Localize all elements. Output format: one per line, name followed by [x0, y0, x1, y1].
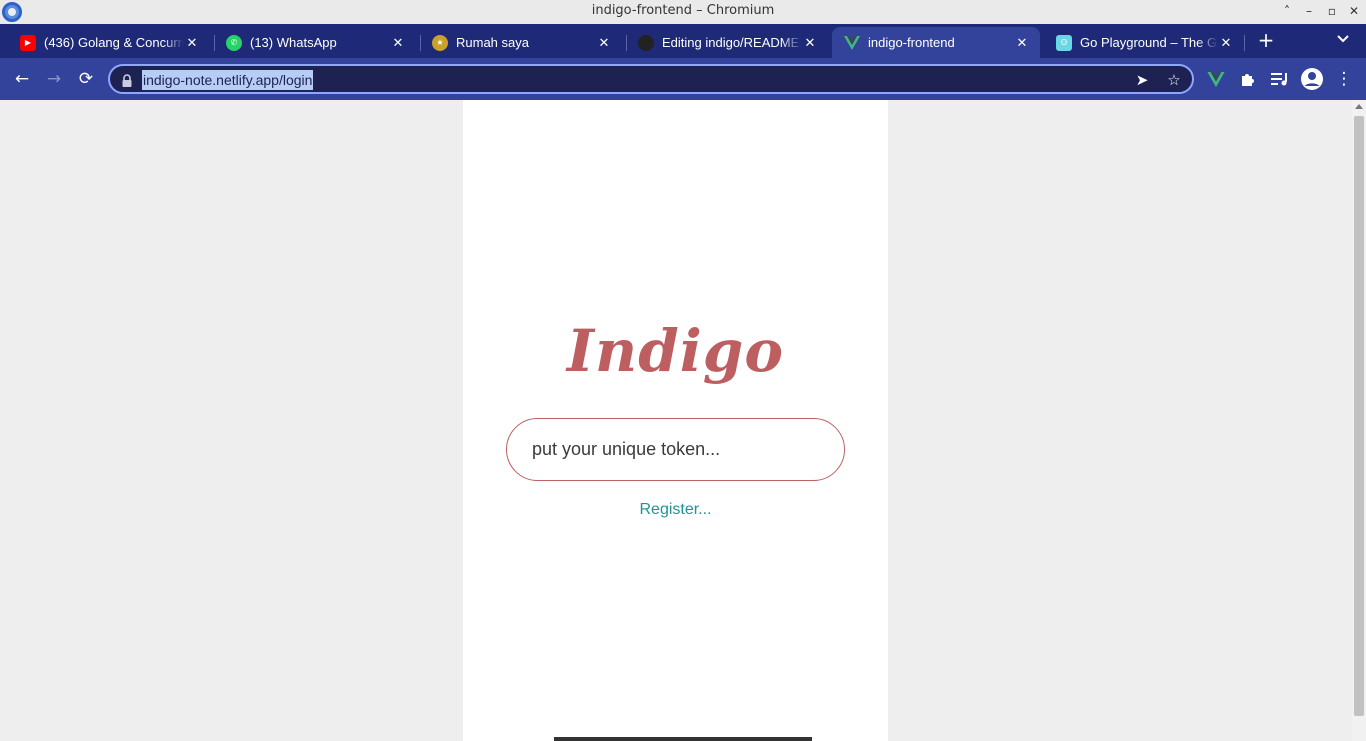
whatsapp-icon: ✆ — [226, 34, 242, 51]
register-link[interactable]: Register... — [463, 501, 888, 519]
page-viewport: Indigo Register... — [0, 100, 1352, 741]
tab-close-button[interactable]: ✕ — [802, 35, 818, 51]
profile-avatar-icon[interactable] — [1301, 68, 1323, 90]
chevron-down-icon[interactable] — [1334, 32, 1352, 50]
tab-label: Go Playground – The Go — [1080, 35, 1218, 50]
reload-button[interactable]: ⟳ — [75, 68, 97, 90]
vue-icon — [844, 35, 860, 51]
address-bar[interactable]: indigo-note.netlify.app/login ➤ ☆ — [108, 64, 1194, 94]
tab-rumah-saya[interactable]: ★ Rumah saya ✕ — [414, 27, 622, 58]
tab-go-playground[interactable]: ʘ Go Playground – The Go ✕ — [1038, 27, 1244, 58]
tab-strip: ▶ (436) Golang & Concurrency ✕ ✆ (13) Wh… — [0, 24, 1366, 58]
youtube-icon: ▶ — [20, 34, 36, 51]
media-control-icon[interactable] — [1269, 68, 1291, 90]
tab-label: (13) WhatsApp — [250, 35, 337, 50]
window-title: indigo-frontend – Chromium — [591, 3, 775, 18]
vertical-scrollbar[interactable] — [1352, 100, 1366, 741]
tab-close-button[interactable]: ✕ — [1218, 35, 1234, 51]
forward-button[interactable]: → — [43, 68, 65, 90]
vue-devtools-extension-icon[interactable] — [1205, 68, 1227, 90]
token-input[interactable] — [506, 418, 845, 481]
tab-close-button[interactable]: ✕ — [1014, 35, 1030, 51]
bottom-bar — [554, 737, 812, 741]
login-card: Indigo Register... — [463, 100, 888, 741]
tab-close-button[interactable]: ✕ — [184, 35, 200, 51]
extensions-puzzle-icon[interactable] — [1237, 68, 1259, 90]
lock-icon — [122, 72, 134, 87]
tab-label: Rumah saya — [456, 35, 529, 50]
back-button[interactable]: ← — [11, 68, 33, 90]
tab-close-button[interactable]: ✕ — [596, 35, 612, 51]
indigo-logo: Indigo — [566, 317, 785, 385]
bookmark-star-icon[interactable]: ☆ — [1164, 70, 1184, 90]
window-titlebar: indigo-frontend – Chromium ˄ – ▫ ✕ — [0, 0, 1366, 24]
tab-github[interactable]: Editing indigo/README.md ✕ — [620, 27, 828, 58]
scroll-up-arrow-icon[interactable] — [1355, 104, 1363, 109]
scrollbar-thumb[interactable] — [1354, 116, 1364, 716]
tab-separator — [1244, 35, 1245, 51]
send-tab-icon[interactable]: ➤ — [1132, 70, 1152, 90]
window-restore-up-button[interactable]: ˄ — [1278, 2, 1296, 20]
tab-indigo-frontend[interactable]: indigo-frontend ✕ — [832, 27, 1040, 58]
new-tab-button[interactable]: + — [1256, 30, 1276, 50]
window-close-button[interactable]: ✕ — [1345, 2, 1363, 20]
tab-whatsapp[interactable]: ✆ (13) WhatsApp ✕ — [208, 27, 416, 58]
github-icon — [638, 34, 654, 51]
window-maximize-button[interactable]: ▫ — [1323, 2, 1341, 20]
gopher-icon: ʘ — [1056, 34, 1072, 51]
window-minimize-button[interactable]: – — [1300, 2, 1318, 20]
university-icon: ★ — [432, 34, 448, 51]
tab-close-button[interactable]: ✕ — [390, 35, 406, 51]
tab-label: indigo-frontend — [868, 35, 955, 50]
tab-label: (436) Golang & Concurrency — [44, 35, 184, 50]
kebab-menu-button[interactable]: ⋮ — [1333, 68, 1355, 90]
url-text[interactable]: indigo-note.netlify.app/login — [142, 70, 314, 90]
tab-youtube[interactable]: ▶ (436) Golang & Concurrency ✕ — [2, 27, 210, 58]
tab-label: Editing indigo/README.md — [662, 35, 802, 50]
